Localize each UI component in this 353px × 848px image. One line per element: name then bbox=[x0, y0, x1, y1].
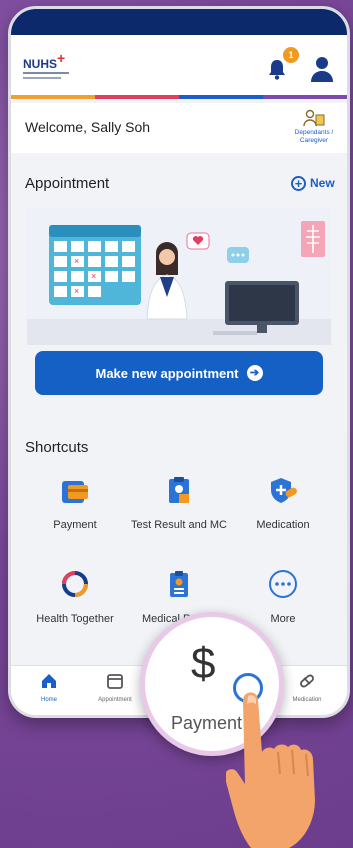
tab-label: Home bbox=[40, 697, 57, 703]
shortcut-label: Health Together bbox=[36, 613, 114, 625]
phone-frame: NUHS + 1 Welcome, Sally Soh Dependants /… bbox=[8, 6, 350, 718]
dependants-link[interactable]: Dependants / Caregiver bbox=[283, 129, 345, 145]
make-appointment-label: Make new appointment bbox=[95, 365, 239, 381]
status-bar bbox=[11, 9, 347, 35]
new-appointment-link[interactable]: + New bbox=[291, 173, 335, 193]
svg-text:×: × bbox=[74, 286, 79, 296]
arrow-right-icon: ➔ bbox=[246, 365, 263, 381]
svg-text:×: × bbox=[74, 256, 79, 266]
make-appointment-button[interactable]: Make new appointment ➔ bbox=[35, 351, 323, 395]
shortcut-medication[interactable]: Medication bbox=[233, 475, 333, 533]
svg-text:×: × bbox=[91, 271, 96, 281]
new-label: New bbox=[310, 176, 335, 190]
plus-circle-icon: + bbox=[291, 175, 306, 191]
shortcut-test-result[interactable]: Test Result and MC bbox=[129, 475, 229, 533]
tab-label: Appointment bbox=[98, 697, 132, 703]
profile-icon[interactable] bbox=[309, 55, 335, 83]
shortcuts-title: Shortcuts bbox=[25, 439, 89, 456]
logo-plus-icon: + bbox=[57, 50, 66, 66]
shortcut-payment[interactable]: Payment bbox=[25, 475, 125, 533]
pill-icon bbox=[300, 674, 314, 688]
notification-badge: 1 bbox=[283, 47, 299, 63]
welcome-text: Welcome, Sally Soh bbox=[25, 119, 151, 135]
brand-stripe bbox=[11, 95, 347, 99]
shortcut-health-together[interactable]: Health Together bbox=[25, 569, 125, 627]
nuhs-logo[interactable]: NUHS + bbox=[23, 50, 73, 81]
home-icon bbox=[42, 674, 56, 688]
dollar-icon: $ bbox=[191, 639, 216, 688]
calendar-icon bbox=[107, 674, 123, 689]
more-icon bbox=[269, 570, 297, 598]
shortcut-label: Medication bbox=[256, 519, 310, 531]
appointment-title: Appointment bbox=[25, 175, 110, 192]
dependants-icon[interactable] bbox=[303, 109, 325, 127]
shortcut-label: Payment bbox=[53, 519, 97, 531]
shortcut-label: Test Result and MC bbox=[131, 519, 227, 531]
clipboard-icon bbox=[169, 477, 189, 503]
report-icon bbox=[170, 571, 188, 597]
shortcut-more[interactable]: More bbox=[233, 569, 333, 627]
logo-subline-2 bbox=[23, 77, 61, 79]
tab-home[interactable]: Home bbox=[19, 672, 79, 703]
pointing-hand-icon bbox=[226, 692, 315, 848]
heart-ring-icon bbox=[62, 571, 88, 597]
tab-appointment[interactable]: Appointment bbox=[85, 672, 145, 703]
card-icon bbox=[62, 481, 88, 503]
logo-text: NUHS bbox=[23, 57, 58, 71]
appointment-illustration: × × × bbox=[27, 207, 331, 345]
app-header: NUHS + 1 bbox=[11, 35, 347, 97]
logo-subline bbox=[23, 72, 69, 74]
welcome-bar: Welcome, Sally Soh Dependants / Caregive… bbox=[11, 103, 347, 153]
shield-pill-icon bbox=[271, 478, 297, 503]
